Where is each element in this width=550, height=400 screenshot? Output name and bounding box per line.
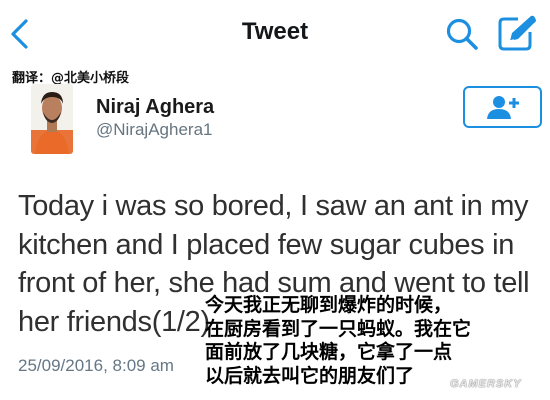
top-bar: Tweet: [0, 0, 550, 66]
author-name[interactable]: Niraj Aghera: [96, 96, 214, 119]
avatar-image: [31, 84, 73, 154]
watermark: GAMERSKY: [450, 378, 522, 390]
translation-line: 在厨房看到了一只蚂蚁。我在它: [205, 317, 472, 340]
tweet-text-line: Today i was so bored, I saw an ant in my: [18, 190, 529, 222]
search-button[interactable]: [444, 16, 480, 52]
translation-line: 今天我正无聊到爆炸的时候，: [205, 294, 453, 316]
compose-button[interactable]: [496, 14, 538, 52]
tweet-text-line: kitchen and I placed few sugar cubes in: [18, 228, 515, 261]
translation-line: 面前放了几块糖，它拿了一点: [205, 341, 453, 363]
add-user-icon: [486, 96, 519, 119]
translation-overlay: 今天我正无聊到爆炸的时候， 在厨房看到了一只蚂蚁。我在它 面前放了几块糖，它拿了…: [205, 294, 545, 388]
follow-button[interactable]: [463, 86, 542, 128]
search-icon: [446, 18, 478, 50]
avatar[interactable]: [31, 84, 73, 154]
tweet-timestamp: 25/09/2016, 8:09 am: [18, 356, 174, 375]
author-handle[interactable]: @NirajAghera1: [96, 120, 212, 140]
compose-icon: [498, 15, 536, 51]
